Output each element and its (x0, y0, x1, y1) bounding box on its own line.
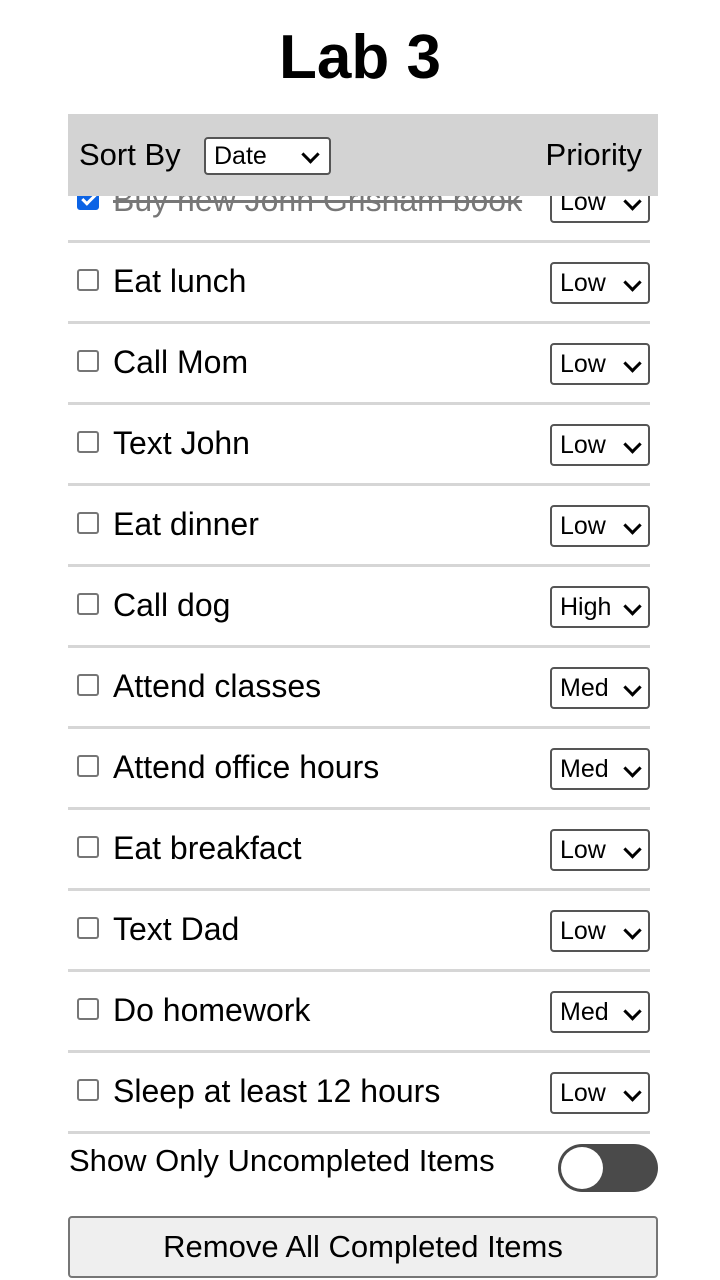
sort-by-select[interactable]: Date (204, 137, 331, 175)
priority-value: Low (560, 512, 606, 540)
page-title: Lab 3 (279, 23, 441, 92)
item-checkbox[interactable] (77, 674, 99, 696)
priority-value: Med (560, 755, 609, 783)
chevron-down-icon (623, 840, 642, 859)
priority-select[interactable]: Low (550, 343, 650, 385)
show-uncompleted-toggle[interactable] (558, 1144, 658, 1192)
chevron-down-icon (623, 435, 642, 454)
item-checkbox[interactable] (77, 350, 99, 372)
list-item: Eat dinner Low (68, 486, 650, 567)
item-checkbox[interactable] (77, 836, 99, 858)
priority-value: Low (560, 269, 606, 297)
item-label: Call Mom (113, 344, 249, 380)
priority-select[interactable]: Low (550, 910, 650, 952)
chevron-down-icon (623, 273, 642, 292)
priority-value: Low (560, 917, 606, 945)
list-item: Text John Low (68, 405, 650, 486)
chevron-down-icon (623, 597, 642, 616)
item-label: Eat lunch (113, 263, 247, 299)
item-label: Attend office hours (113, 749, 380, 785)
chevron-down-icon (623, 1083, 642, 1102)
priority-select[interactable]: Low (550, 829, 650, 871)
chevron-down-icon (623, 1002, 642, 1021)
sort-by-label: Sort By (79, 137, 181, 172)
list-item: Attend classes Med (68, 648, 650, 729)
chevron-down-icon (623, 678, 642, 697)
sort-by-value: Date (214, 142, 267, 170)
chevron-down-icon (623, 516, 642, 535)
item-checkbox[interactable] (77, 512, 99, 534)
priority-select[interactable]: Low (550, 505, 650, 547)
chevron-down-icon (301, 145, 320, 164)
priority-select[interactable]: High (550, 586, 650, 628)
priority-value: Low (560, 431, 606, 459)
priority-value: High (560, 593, 612, 621)
remove-completed-button[interactable]: Remove All Completed Items (68, 1216, 658, 1278)
item-checkbox[interactable] (77, 998, 99, 1020)
item-checkbox[interactable] (77, 917, 99, 939)
item-label: Eat dinner (113, 506, 259, 542)
list-item: Attend office hours Med (68, 729, 650, 810)
priority-select[interactable]: Low (550, 424, 650, 466)
list-item: Do homework Med (68, 972, 650, 1053)
toggle-knob (561, 1147, 603, 1189)
list-item: Call Mom Low (68, 324, 650, 405)
list-item: Text Dad Low (68, 891, 650, 972)
priority-value: Low (560, 350, 606, 378)
item-label: Text John (113, 425, 250, 461)
list-header: Sort By Date Priority (68, 114, 658, 196)
chevron-down-icon (623, 354, 642, 373)
priority-select[interactable]: Med (550, 748, 650, 790)
priority-select[interactable]: Med (550, 991, 650, 1033)
list-item: Call dog High (68, 567, 650, 648)
todo-list: Buy new John Grisham book Low Eat lunch Low… (68, 162, 650, 1134)
list-item: Sleep at least 12 hours Low (68, 1053, 650, 1134)
item-checkbox[interactable] (77, 593, 99, 615)
list-item: Eat lunch Low (68, 243, 650, 324)
priority-heading: Priority (545, 137, 642, 172)
item-label: Attend classes (113, 668, 322, 704)
show-uncompleted-label: Show Only Uncompleted Items (69, 1143, 495, 1178)
item-label: Eat breakfact (113, 830, 302, 866)
priority-value: Med (560, 998, 609, 1026)
item-label: Do homework (113, 992, 311, 1028)
item-checkbox[interactable] (77, 1079, 99, 1101)
priority-value: Low (560, 1079, 606, 1107)
item-label: Text Dad (113, 911, 240, 947)
item-checkbox[interactable] (77, 431, 99, 453)
priority-select[interactable]: Med (550, 667, 650, 709)
priority-value: Med (560, 674, 609, 702)
item-label: Sleep at least 12 hours (113, 1073, 441, 1109)
item-label: Call dog (113, 587, 231, 623)
chevron-down-icon (623, 921, 642, 940)
priority-select[interactable]: Low (550, 262, 650, 304)
list-item: Eat breakfact Low (68, 810, 650, 891)
item-checkbox[interactable] (77, 755, 99, 777)
priority-select[interactable]: Low (550, 1072, 650, 1114)
chevron-down-icon (623, 759, 642, 778)
priority-value: Low (560, 836, 606, 864)
item-checkbox[interactable] (77, 269, 99, 291)
